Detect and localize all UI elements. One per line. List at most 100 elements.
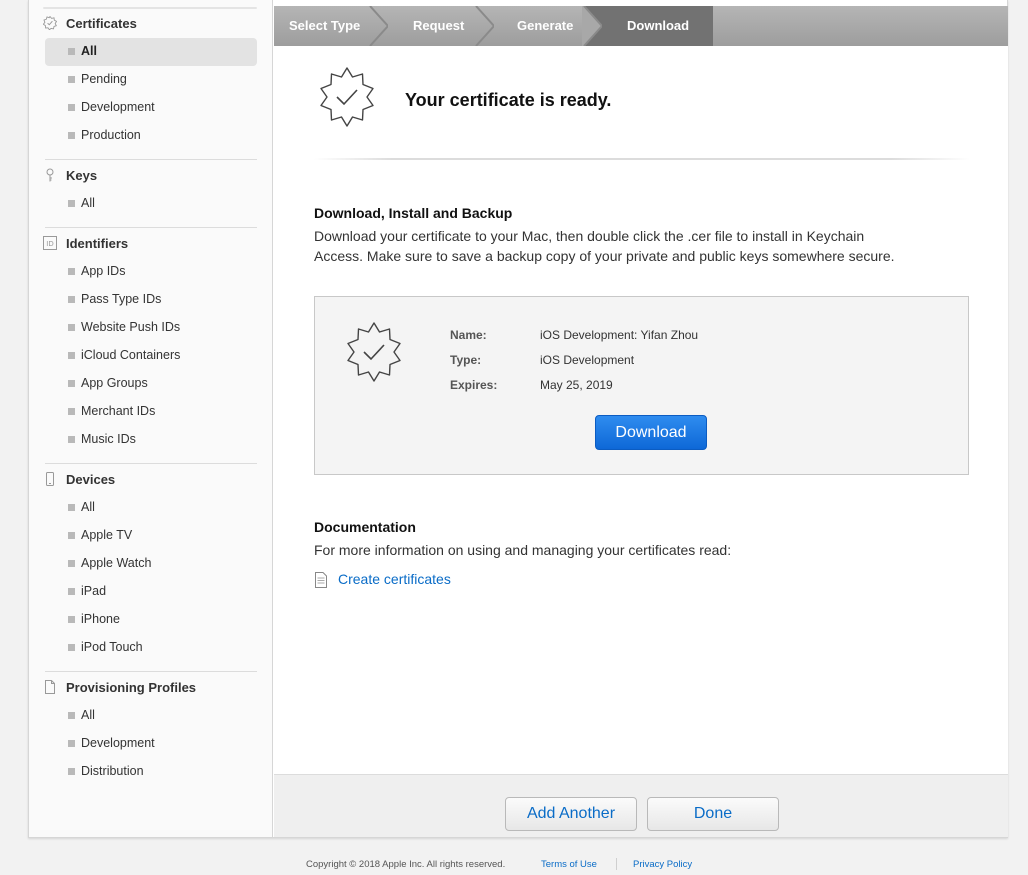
bullet bbox=[68, 324, 75, 331]
bullet bbox=[68, 268, 75, 275]
main-frame: Certificates All Pending Development Pro… bbox=[28, 0, 1008, 838]
sidebar-item-profiles-all[interactable]: All bbox=[45, 702, 257, 730]
section-header-identifiers[interactable]: ID Identifiers bbox=[29, 230, 273, 258]
section-header-provisioning-profiles[interactable]: Provisioning Profiles bbox=[29, 674, 273, 702]
install-heading: Download, Install and Backup bbox=[314, 205, 513, 221]
step-breadcrumb: Select Type Request Generate Download bbox=[274, 6, 1008, 46]
sidebar-item-pass-type-ids[interactable]: Pass Type IDs bbox=[45, 286, 257, 314]
section-divider bbox=[45, 671, 257, 672]
download-button[interactable]: Download bbox=[595, 415, 707, 450]
sidebar-item-distribution[interactable]: Distribution bbox=[45, 758, 257, 786]
section-divider bbox=[45, 463, 257, 464]
sidebar-item-label: Distribution bbox=[81, 764, 144, 778]
sidebar-item-label: All bbox=[81, 708, 95, 722]
device-icon bbox=[46, 472, 54, 486]
step-generate: Generate bbox=[517, 18, 574, 33]
add-another-button[interactable]: Add Another bbox=[505, 797, 637, 831]
sidebar-item-label: iPod Touch bbox=[81, 640, 143, 654]
expires-value: May 25, 2019 bbox=[540, 378, 613, 392]
sidebar-item-label: All bbox=[81, 196, 95, 210]
bullet bbox=[68, 104, 75, 111]
sidebar-item-website-push-ids[interactable]: Website Push IDs bbox=[45, 314, 257, 342]
section-header-keys[interactable]: Keys bbox=[29, 162, 273, 190]
sidebar-top-divider bbox=[43, 7, 257, 9]
certificate-gear-icon bbox=[43, 16, 57, 30]
step-download: Download bbox=[627, 18, 690, 33]
sidebar-section-certificates: Certificates All Pending Development Pro… bbox=[29, 10, 273, 150]
sidebar-item-merchant-ids[interactable]: Merchant IDs bbox=[45, 398, 257, 426]
certificate-badge-icon bbox=[347, 322, 401, 382]
bullet bbox=[68, 76, 75, 83]
bullet bbox=[68, 532, 75, 539]
sidebar-section-provisioning-profiles: Provisioning Profiles All Development Di… bbox=[29, 674, 273, 786]
chevron-right-icon bbox=[369, 6, 388, 46]
document-icon bbox=[45, 680, 55, 694]
sidebar-item-label: Pass Type IDs bbox=[81, 292, 162, 306]
bullet bbox=[68, 200, 75, 207]
sidebar-item-app-groups[interactable]: App Groups bbox=[45, 370, 257, 398]
sidebar-item-iphone[interactable]: iPhone bbox=[45, 606, 257, 634]
sidebar-item-label: Merchant IDs bbox=[81, 404, 156, 418]
bullet bbox=[68, 712, 75, 719]
expires-label: Expires: bbox=[450, 378, 498, 392]
sidebar-item-apple-tv[interactable]: Apple TV bbox=[45, 522, 257, 550]
bullet bbox=[68, 588, 75, 595]
privacy-policy-link[interactable]: Privacy Policy bbox=[633, 859, 692, 870]
section-title: Provisioning Profiles bbox=[66, 680, 197, 695]
sidebar-item-label: Pending bbox=[81, 72, 127, 86]
sidebar-item-ipad[interactable]: iPad bbox=[45, 578, 257, 606]
sidebar-item-production[interactable]: Production bbox=[45, 122, 257, 150]
sidebar-item-label: Development bbox=[81, 100, 155, 114]
terms-of-use-link[interactable]: Terms of Use bbox=[541, 859, 597, 870]
sidebar-item-label: Website Push IDs bbox=[81, 320, 181, 334]
install-text-line2: Access. Make sure to save a backup copy … bbox=[314, 248, 895, 264]
bullet bbox=[68, 380, 75, 387]
sidebar-item-icloud-containers[interactable]: iCloud Containers bbox=[45, 342, 257, 370]
section-header-devices[interactable]: Devices bbox=[29, 466, 273, 494]
sidebar-item-label: iCloud Containers bbox=[81, 348, 181, 362]
bullet bbox=[68, 768, 75, 775]
install-text-line1: Download your certificate to your Mac, t… bbox=[314, 228, 865, 244]
section-header-certificates[interactable]: Certificates bbox=[29, 10, 273, 38]
section-title: Devices bbox=[66, 472, 116, 487]
footer-separator bbox=[616, 858, 617, 870]
bullet bbox=[68, 48, 75, 55]
sidebar-section-keys: Keys All bbox=[29, 162, 273, 218]
bullet bbox=[68, 504, 75, 511]
bullet bbox=[68, 436, 75, 443]
sidebar-item-certificates-development[interactable]: Development bbox=[45, 94, 257, 122]
sidebar-item-certificates-all[interactable]: All bbox=[45, 38, 257, 66]
chevron-right-icon bbox=[475, 6, 494, 46]
section-title: Certificates bbox=[66, 16, 137, 31]
step-select-type: Select Type bbox=[289, 18, 361, 33]
sidebar-item-ipod-touch[interactable]: iPod Touch bbox=[45, 634, 257, 662]
name-label: Name: bbox=[450, 328, 487, 342]
sidebar-item-pending[interactable]: Pending bbox=[45, 66, 257, 94]
sidebar-item-devices-all[interactable]: All bbox=[45, 494, 257, 522]
page-footer: Copyright © 2018 Apple Inc. All rights r… bbox=[0, 858, 1028, 872]
section-title: Identifiers bbox=[66, 236, 129, 251]
bullet bbox=[68, 616, 75, 623]
section-divider bbox=[45, 159, 257, 160]
sidebar-item-music-ids[interactable]: Music IDs bbox=[45, 426, 257, 454]
sidebar-item-apple-watch[interactable]: Apple Watch bbox=[45, 550, 257, 578]
type-value: iOS Development bbox=[540, 353, 635, 367]
bullet bbox=[68, 132, 75, 139]
create-certificates-link-text[interactable]: Create certificates bbox=[338, 571, 451, 587]
document-icon bbox=[315, 572, 327, 588]
sidebar-item-profiles-development[interactable]: Development bbox=[45, 730, 257, 758]
sidebar-item-keys-all[interactable]: All bbox=[45, 190, 257, 218]
copyright-text: Copyright © 2018 Apple Inc. All rights r… bbox=[306, 859, 506, 870]
sidebar-item-app-ids[interactable]: App IDs bbox=[45, 258, 257, 286]
step-request: Request bbox=[413, 18, 465, 33]
sidebar-item-label: Apple TV bbox=[81, 528, 133, 542]
done-button[interactable]: Done bbox=[647, 797, 779, 831]
certificate-card: Name: iOS Development: Yifan Zhou Type: … bbox=[314, 296, 969, 475]
sidebar-item-label: App Groups bbox=[81, 376, 148, 390]
bullet bbox=[68, 352, 75, 359]
sidebar-item-label: Apple Watch bbox=[81, 556, 152, 570]
section-divider bbox=[45, 227, 257, 228]
chevron-right-icon bbox=[582, 6, 602, 46]
sidebar: Certificates All Pending Development Pro… bbox=[29, 0, 273, 837]
bullet bbox=[68, 740, 75, 747]
